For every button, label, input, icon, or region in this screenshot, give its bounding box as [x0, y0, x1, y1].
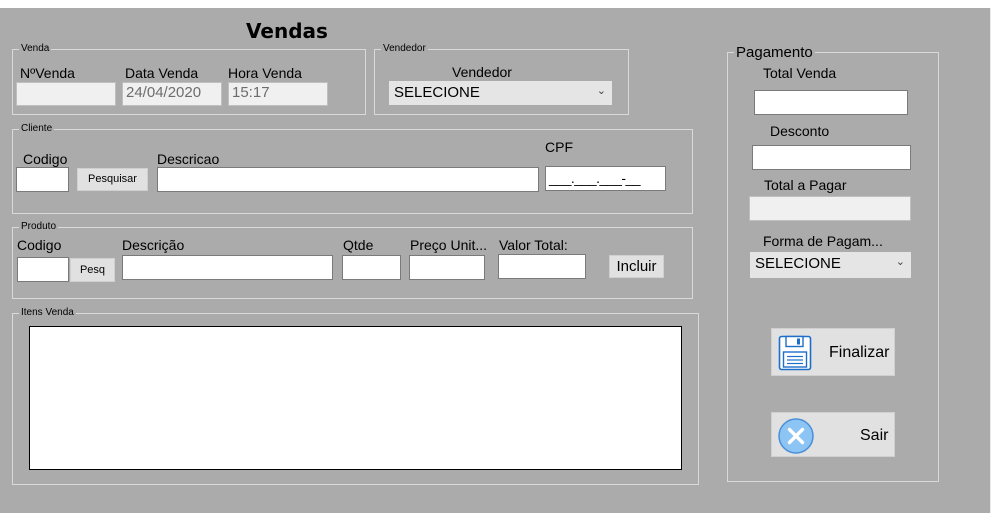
form-title: Vendas [246, 19, 328, 43]
forma-pagamento-select[interactable]: SELECIONE ⌄ [750, 252, 911, 278]
floppy-disk-icon [778, 335, 812, 376]
total-pagar-label: Total a Pagar [764, 177, 847, 193]
close-circle-icon [777, 417, 815, 460]
chevron-down-icon: ⌄ [596, 85, 606, 97]
qtde-label: Qtde [343, 237, 374, 253]
total-pagar-field[interactable] [749, 196, 911, 221]
sair-label: Sair [860, 427, 889, 444]
incluir-button[interactable]: Incluir [609, 255, 664, 278]
cliente-legend: Cliente [19, 122, 55, 136]
produto-legend: Produto [19, 220, 59, 234]
vendedor-select[interactable]: SELECIONE ⌄ [389, 81, 612, 105]
itens-venda-list[interactable] [29, 326, 682, 470]
hora-venda-label: Hora Venda [228, 65, 302, 81]
data-venda-field[interactable]: 24/04/2020 [122, 82, 222, 106]
forma-pagamento-label: Forma de Pagam... [763, 233, 883, 249]
preco-unit-input[interactable] [409, 255, 485, 280]
valor-total-input[interactable] [498, 254, 586, 279]
produto-codigo-label: Codigo [17, 237, 62, 253]
cliente-codigo-label: Codigo [23, 151, 68, 167]
itens-venda-legend: Itens Venda [19, 306, 76, 320]
produto-descricao-input[interactable] [122, 255, 333, 280]
cpf-masked-input[interactable]: ___.___.___-__ [545, 166, 666, 191]
hora-venda-field[interactable]: 15:17 [228, 82, 328, 106]
finalizar-label: Finalizar [829, 344, 890, 361]
total-venda-input[interactable] [754, 90, 908, 115]
desconto-label: Desconto [770, 123, 830, 139]
cpf-label: CPF [545, 139, 573, 155]
finalizar-button[interactable]: Finalizar [771, 328, 895, 376]
vendedor-selected: SELECIONE [394, 84, 480, 101]
cliente-descricao-input[interactable] [157, 167, 539, 192]
vendedor-label: Vendedor [452, 64, 512, 80]
sales-form: Vendas Venda NºVenda Data Venda 24/04/20… [0, 8, 991, 513]
chevron-down-icon: ⌄ [895, 256, 905, 268]
cliente-codigo-input[interactable] [16, 167, 69, 192]
numero-venda-field[interactable] [16, 82, 116, 106]
sair-button[interactable]: Sair [771, 412, 895, 457]
produto-codigo-input[interactable] [17, 257, 69, 282]
venda-legend: Venda [19, 42, 52, 56]
produto-descricao-label: Descrição [122, 237, 185, 253]
qtde-input[interactable] [342, 255, 401, 280]
data-venda-label: Data Venda [125, 65, 199, 81]
pesq-button[interactable]: Pesq [70, 258, 115, 282]
cliente-descricao-label: Descricao [157, 151, 220, 167]
desconto-input[interactable] [752, 145, 911, 170]
total-venda-label: Total Venda [763, 65, 837, 81]
valor-total-label: Valor Total: [499, 237, 568, 253]
pesquisar-button[interactable]: Pesquisar [77, 168, 148, 191]
numero-venda-label: NºVenda [20, 65, 75, 81]
preco-unit-label: Preço Unit... [410, 237, 488, 253]
vendedor-legend: Vendedor [381, 42, 428, 56]
forma-pagamento-selected: SELECIONE [755, 255, 841, 272]
pagamento-legend: Pagamento [734, 44, 815, 61]
